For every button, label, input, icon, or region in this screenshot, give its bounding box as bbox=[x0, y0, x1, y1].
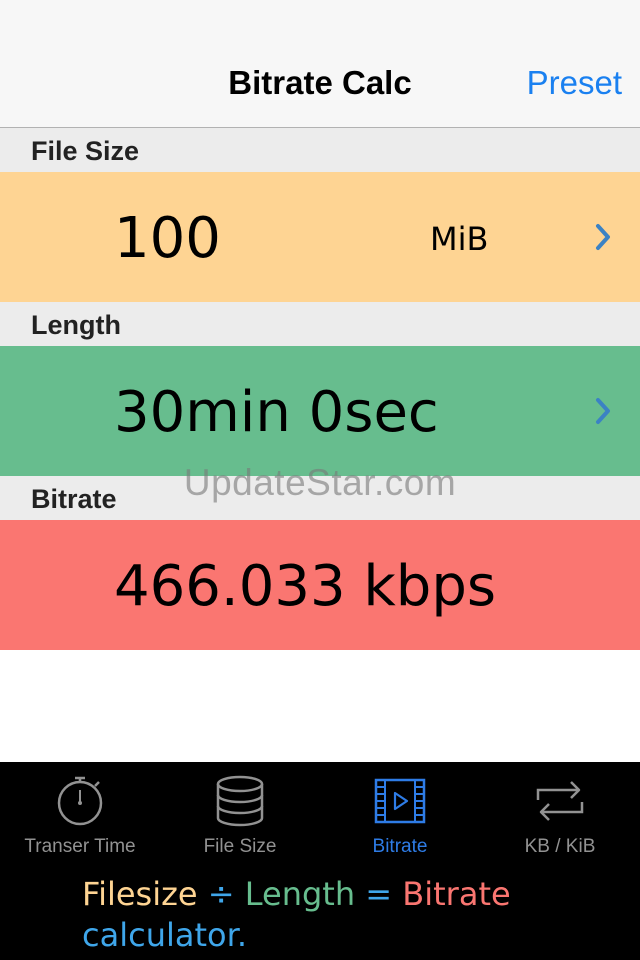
tab-transfer-time[interactable]: Transer Time bbox=[0, 762, 160, 872]
bitrate-header: Bitrate bbox=[0, 476, 640, 520]
tab-bitrate[interactable]: Bitrate bbox=[320, 762, 480, 872]
tab-label: Bitrate bbox=[372, 836, 428, 857]
tab-label: KB / KiB bbox=[524, 836, 596, 857]
file-size-header: File Size bbox=[0, 128, 640, 172]
formula-calculator: calculator. bbox=[82, 916, 247, 954]
bitrate-value: 466.033 kbps bbox=[114, 554, 497, 619]
tab-kb-kib[interactable]: KB / KiB bbox=[480, 762, 640, 872]
tab-file-size[interactable]: File Size bbox=[160, 762, 320, 872]
formula-bitrate: Bitrate bbox=[402, 875, 511, 913]
length-value: 30min 0sec bbox=[114, 380, 439, 445]
chevron-right-icon bbox=[596, 224, 610, 250]
formula-equals: = bbox=[355, 875, 403, 913]
tab-label: File Size bbox=[203, 836, 277, 857]
chevron-right-icon bbox=[596, 398, 610, 424]
file-size-cell[interactable]: 100 MiB bbox=[0, 172, 640, 302]
preset-button[interactable]: Preset bbox=[527, 64, 622, 102]
film-play-icon bbox=[374, 778, 426, 824]
formula-filesize: Filesize bbox=[82, 875, 198, 913]
stopwatch-icon bbox=[57, 776, 103, 826]
file-size-unit: MiB bbox=[430, 220, 489, 258]
navigation-bar: Bitrate Calc Preset bbox=[0, 0, 640, 128]
swap-arrows-icon bbox=[536, 781, 584, 821]
formula-caption: Filesize ÷ Length = Bitrate calculator. bbox=[82, 874, 622, 956]
length-header: Length bbox=[0, 302, 640, 346]
bitrate-calc-screen: Bitrate Calc Preset File Size 100 MiB Le… bbox=[0, 0, 640, 960]
formula-divide: ÷ bbox=[197, 875, 245, 913]
file-size-value: 100 bbox=[114, 206, 221, 271]
database-icon bbox=[216, 775, 264, 827]
formula-length: Length bbox=[244, 875, 356, 913]
tab-label: Transer Time bbox=[24, 836, 136, 857]
bitrate-cell: 466.033 kbps bbox=[0, 520, 640, 650]
length-cell[interactable]: 30min 0sec bbox=[0, 346, 640, 476]
